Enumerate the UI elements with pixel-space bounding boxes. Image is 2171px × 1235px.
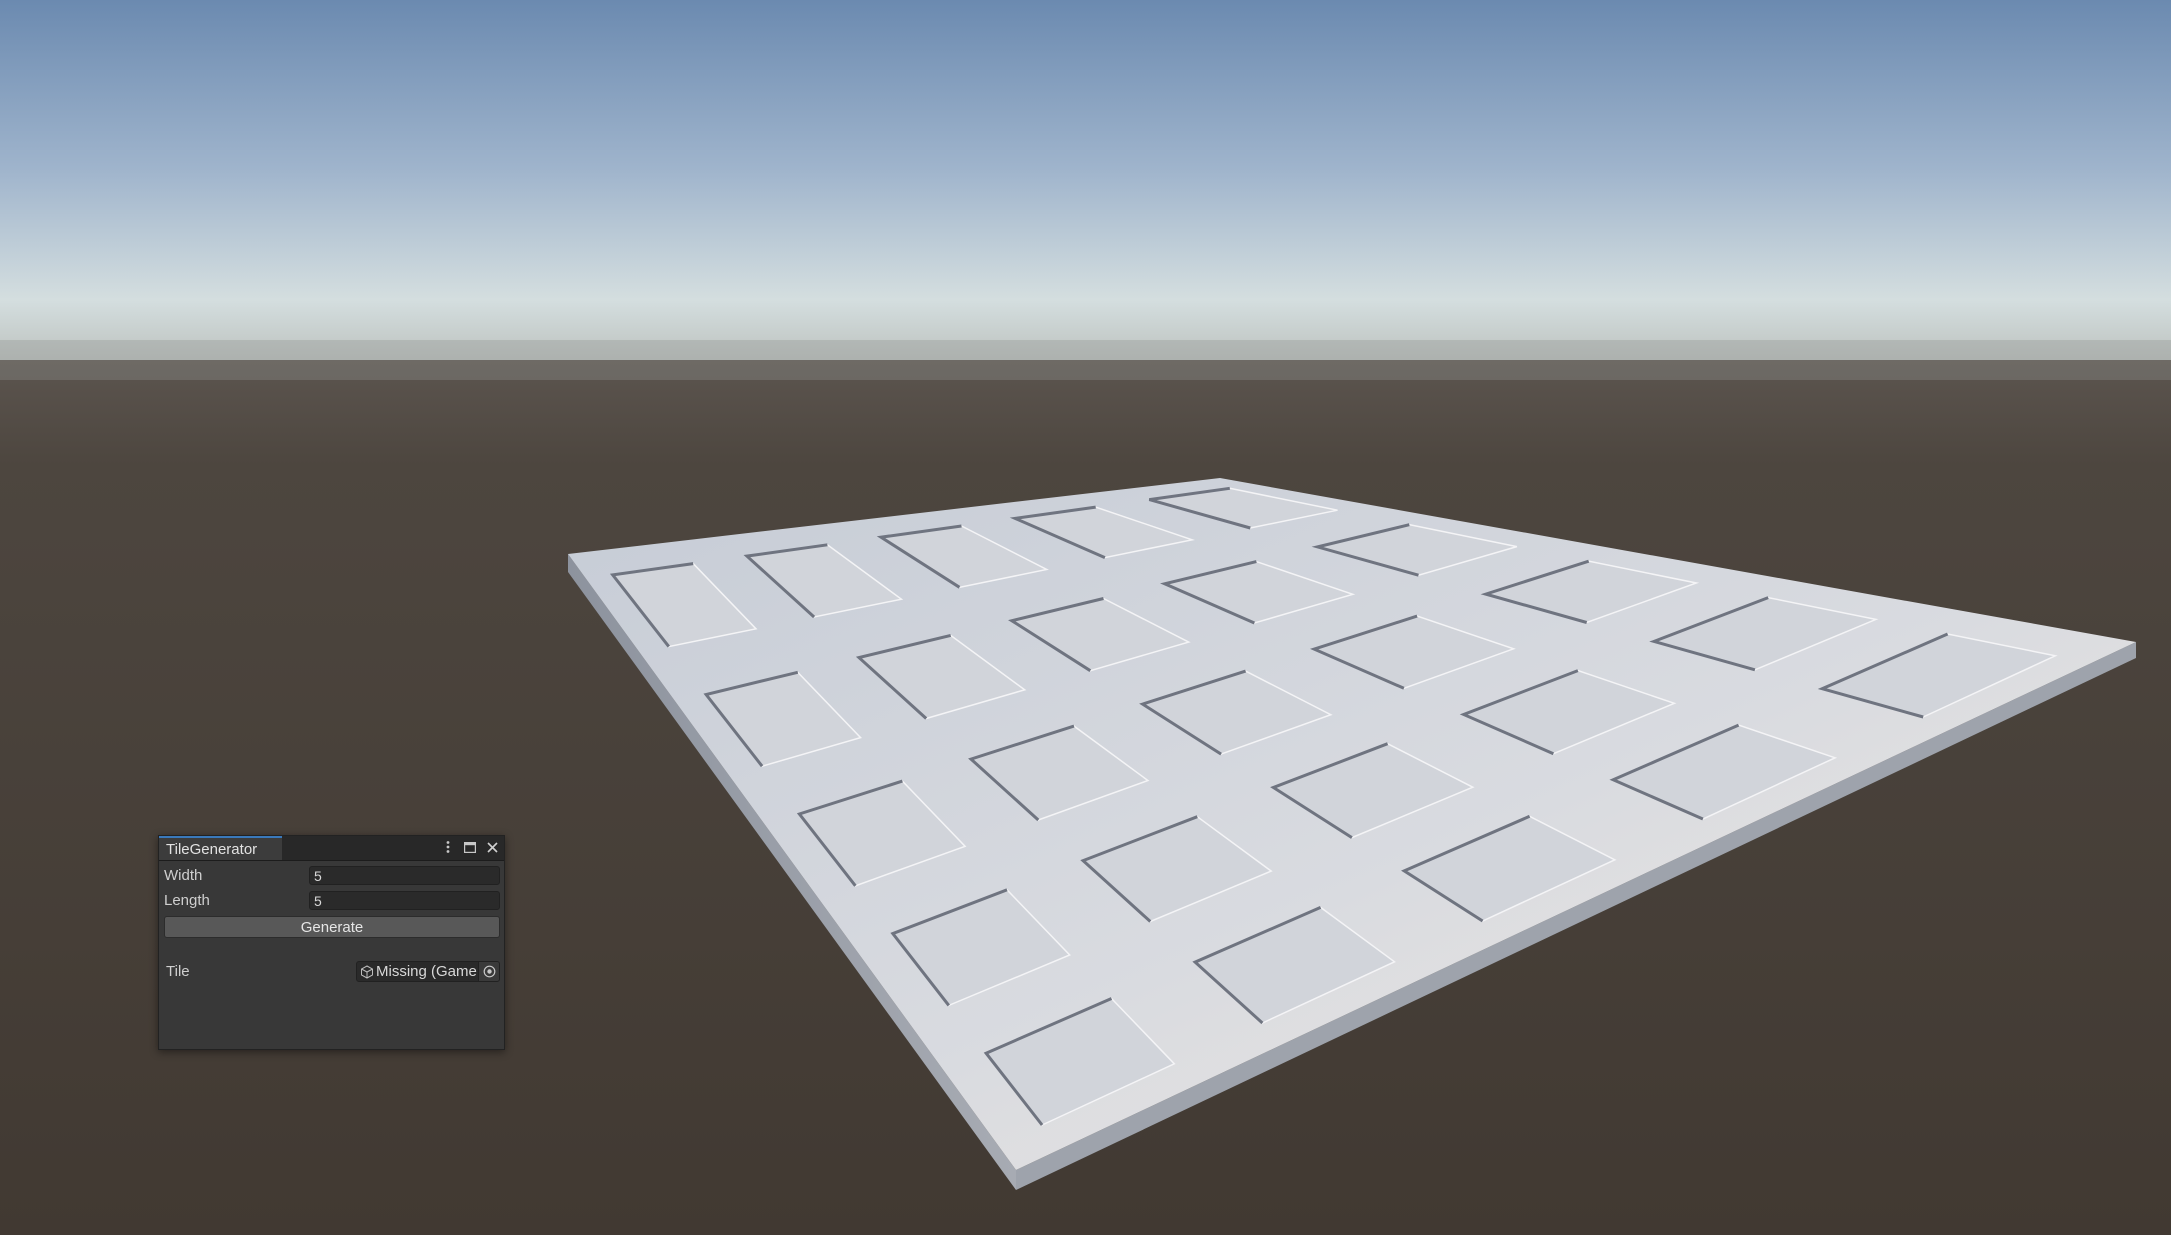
sky <box>0 0 2171 375</box>
tile-object-field[interactable]: Missing (Game <box>356 961 500 982</box>
length-label: Length <box>164 892 210 909</box>
length-row: Length <box>164 890 500 911</box>
tab-tile-generator[interactable]: TileGenerator <box>159 836 282 860</box>
close-icon[interactable] <box>484 839 500 855</box>
window-titlebar: TileGenerator <box>159 836 504 861</box>
width-row: Width <box>164 865 500 886</box>
generate-button[interactable]: Generate <box>164 916 500 938</box>
tile-row: Tile Missing (Game <box>164 961 500 982</box>
prefab-cube-icon <box>360 964 374 979</box>
width-field[interactable] <box>309 866 500 885</box>
tile-generator-window: TileGenerator Width Length Generate Tile… <box>158 835 505 1050</box>
length-field[interactable] <box>309 891 500 910</box>
width-label: Width <box>164 867 203 884</box>
object-picker-icon[interactable] <box>478 962 499 981</box>
tile-label: Tile <box>166 963 190 980</box>
maximize-icon[interactable] <box>462 839 478 855</box>
kebab-menu-icon[interactable] <box>440 839 456 855</box>
window-controls <box>440 839 500 855</box>
